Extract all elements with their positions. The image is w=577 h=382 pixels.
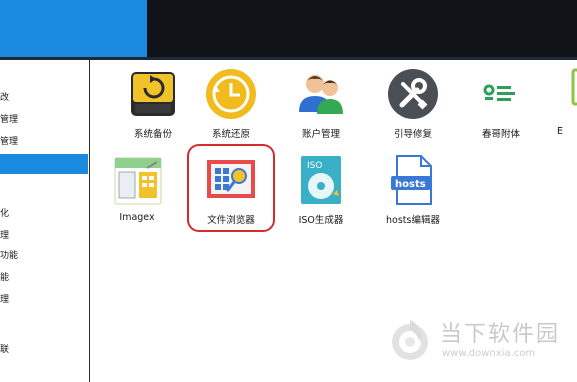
wrench-screwdriver-icon [388,69,438,119]
backup-disk-icon [131,72,175,116]
sidebar-item[interactable]: 能 [0,268,88,288]
svg-text:hosts: hosts [395,179,426,190]
tool-label: 账户管理 [301,129,340,140]
imagex-icon [114,157,162,205]
partial-icon [571,68,577,106]
sidebar-item[interactable]: 理 [0,226,88,246]
downxia-logo [392,320,428,360]
tool-iso-maker[interactable]: ISO ISO生成器 [281,152,361,242]
tool-label: 春哥附体 [481,129,520,140]
iso-disc-icon: ISO [301,156,341,204]
sidebar-item[interactable]: 化 [0,204,88,224]
hosts-file-icon: hosts [391,155,432,205]
tool-hosts-editor[interactable]: hosts hosts编辑器 [373,152,453,242]
watermark: 当下软件园 www.downxia.com [390,312,570,368]
sidebar-item[interactable]: 改 [0,88,88,108]
sidebar-item[interactable]: 功能 [0,246,88,266]
sidebar-item[interactable]: 管理 [0,110,88,130]
tool-partial[interactable]: E [541,66,577,156]
tool-system-backup[interactable]: 系统备份 [113,66,193,156]
tool-boot-repair[interactable]: 引导修复 [373,66,453,156]
tool-label: Imagex [119,212,155,223]
header-dark-area [147,0,577,57]
tool-label: E [557,126,564,137]
tool-system-restore[interactable]: 系统还原 [191,66,271,156]
tool-chunge[interactable]: 春哥附体 [461,66,541,156]
menu-lines-icon [483,84,515,101]
watermark-title: 当下软件园 [440,322,561,347]
watermark-url: www.downxia.com [442,348,536,359]
svg-text:ISO: ISO [307,161,322,171]
tool-label: 文件浏览器 [207,215,255,226]
title-area [0,0,147,57]
clock-restore-icon [206,69,256,119]
tool-label: hosts编辑器 [386,215,440,226]
tool-label: 系统还原 [211,129,250,140]
sidebar-item[interactable]: 理 [0,290,88,310]
file-browser-icon [207,160,255,198]
tool-account-manager[interactable]: 账户管理 [281,66,361,156]
sidebar-item[interactable]: 联 [0,340,88,360]
tool-label: 引导修复 [393,129,432,140]
top-bar [0,0,577,57]
users-icon [299,75,343,114]
tool-imagex[interactable]: Imagex [97,152,177,242]
sidebar-item[interactable]: 管理 [0,132,88,152]
tool-file-browser[interactable]: 文件浏览器 [191,152,271,242]
tool-label: 系统备份 [133,129,172,140]
sidebar-item-active[interactable] [0,154,88,174]
tool-label: ISO生成器 [298,215,344,226]
sidebar: 改 管理 管理 化 理 功能 能 理 联 [0,60,90,382]
